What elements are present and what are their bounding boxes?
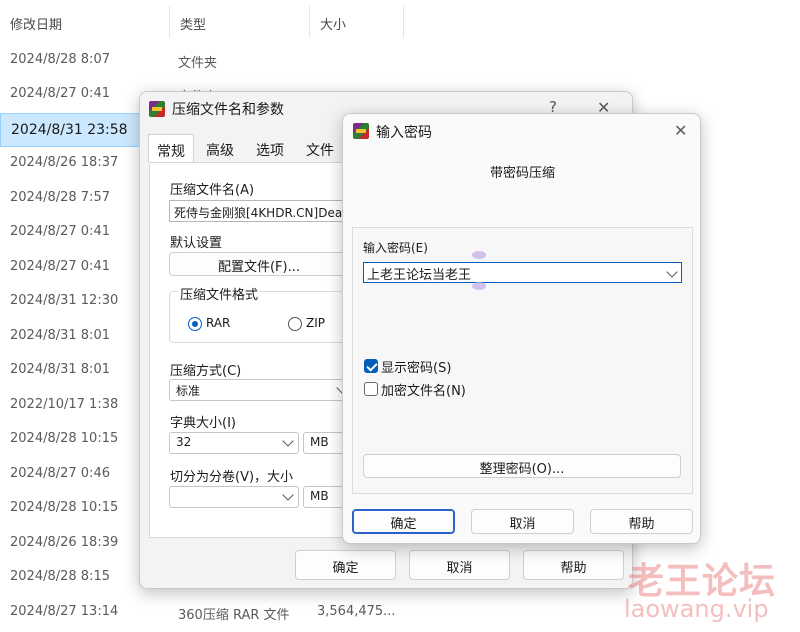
rar-radio[interactable] — [188, 317, 202, 331]
dialog-title: 输入密码 — [376, 125, 432, 141]
cancel-button[interactable]: 取消 — [409, 550, 510, 580]
cell-type: 文件夹 — [178, 56, 218, 71]
cell-date: 2024/8/27 0:41 — [10, 259, 110, 274]
cell-date: 2024/8/28 8:15 — [10, 569, 110, 584]
split-unit-value: MB — [310, 489, 329, 503]
tab-files[interactable]: 文件 — [298, 134, 346, 162]
title-bar[interactable]: 输入密码 ✕ — [343, 114, 700, 146]
winrar-app-icon — [149, 101, 165, 117]
show-password-label: 显示密码(S) — [381, 361, 452, 376]
split-size-select[interactable] — [169, 486, 299, 508]
enter-password-dialog: 输入密码 ✕ 带密码压缩 输入密码(E) 上老王论坛当老王 显示密码(S) 加密… — [342, 113, 701, 544]
cell-date: 2024/8/31 12:30 — [10, 293, 119, 308]
cell-date: 2024/8/27 0:41 — [10, 224, 110, 239]
dictionary-unit-value: MB — [310, 435, 329, 449]
encrypt-filenames-label: 加密文件名(N) — [381, 384, 466, 399]
chevron-down-icon[interactable] — [666, 266, 678, 278]
help-button[interactable]: 帮助 — [523, 550, 624, 580]
close-icon[interactable]: ✕ — [674, 121, 687, 140]
cancel-button[interactable]: 取消 — [471, 509, 574, 534]
enter-password-label: 输入密码(E) — [363, 241, 428, 255]
cell-date: 2024/8/28 8:07 — [10, 52, 110, 67]
cell-date: 2022/10/17 1:38 — [10, 397, 119, 412]
show-password-checkbox[interactable] — [364, 359, 378, 373]
cell-date: 2024/8/27 0:46 — [10, 466, 110, 481]
tab-general[interactable]: 常规 — [148, 134, 194, 162]
archive-name-label: 压缩文件名(A) — [170, 183, 255, 198]
chevron-down-icon — [282, 435, 294, 447]
archive-format-label: 压缩文件格式 — [178, 284, 261, 303]
cell-type: 360压缩 RAR 文件 — [178, 608, 290, 623]
cell-date: 2024/8/28 7:57 — [10, 190, 110, 205]
table-row[interactable]: 2024/8/28 8:07 文件夹 — [0, 44, 800, 78]
dialog-title: 压缩文件名和参数 — [172, 102, 284, 118]
dictionary-size-label: 字典大小(I) — [170, 416, 236, 431]
profiles-button[interactable]: 配置文件(F)... — [169, 252, 349, 276]
compression-method-value: 标准 — [176, 384, 201, 398]
encrypt-filenames-checkbox[interactable] — [364, 382, 378, 396]
cursor-highlight-icon — [472, 251, 486, 259]
compression-method-label: 压缩方式(C) — [170, 364, 242, 379]
chevron-down-icon — [282, 489, 294, 501]
organize-passwords-button[interactable]: 整理密码(O)... — [363, 454, 681, 478]
ok-button[interactable]: 确定 — [295, 550, 396, 580]
column-header-modified[interactable]: 修改日期 — [0, 6, 170, 38]
dictionary-size-select[interactable]: 32 — [169, 432, 299, 454]
watermark-url: laowang.vip — [624, 595, 769, 623]
cell-date: 2024/8/31 23:58 — [11, 122, 128, 138]
winrar-app-icon — [353, 123, 369, 139]
rar-label: RAR — [206, 316, 231, 330]
cell-date: 2024/8/28 10:15 — [10, 431, 119, 446]
archive-name-input[interactable]: 死侍与金刚狼[4KHDR.CN]Dead — [169, 200, 349, 222]
column-header-type[interactable]: 类型 — [170, 6, 310, 38]
cell-date: 2024/8/28 10:15 — [10, 500, 119, 515]
column-header-size[interactable]: 大小 — [310, 6, 404, 38]
password-heading: 带密码压缩 — [489, 166, 555, 181]
cell-date: 2024/8/31 8:01 — [10, 362, 110, 377]
password-input[interactable]: 上老王论坛当老王 — [363, 262, 682, 283]
cell-size: 3,564,475... — [317, 604, 396, 619]
split-volumes-label: 切分为分卷(V)，大小 — [170, 470, 294, 485]
ok-button[interactable]: 确定 — [352, 509, 455, 534]
cell-date: 2024/8/27 0:41 — [10, 86, 110, 101]
password-value: 上老王论坛当老王 — [367, 268, 472, 283]
cell-date: 2024/8/31 8:01 — [10, 328, 110, 343]
zip-radio[interactable] — [288, 317, 302, 331]
zip-label: ZIP — [306, 316, 325, 330]
cell-date: 2024/8/26 18:39 — [10, 535, 119, 550]
tab-options[interactable]: 选项 — [248, 134, 296, 162]
table-row-selected[interactable]: 2024/8/31 23:58 — [0, 113, 140, 147]
cell-date: 2024/8/26 18:37 — [10, 155, 119, 170]
default-settings-label: 默认设置 — [170, 236, 223, 251]
tab-advanced[interactable]: 高级 — [198, 134, 246, 162]
dictionary-size-value: 32 — [176, 435, 192, 449]
compression-method-select[interactable]: 标准 — [169, 379, 349, 401]
cursor-highlight-icon — [472, 282, 486, 290]
help-button[interactable]: 帮助 — [590, 509, 693, 534]
cell-date: 2024/8/27 13:14 — [10, 604, 119, 619]
